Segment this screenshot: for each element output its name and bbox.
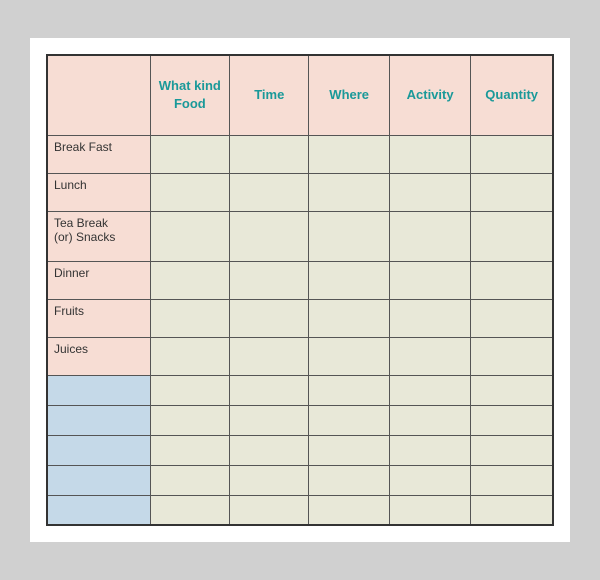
- data-cell[interactable]: [471, 405, 553, 435]
- data-cell[interactable]: [309, 299, 390, 337]
- data-cell[interactable]: [230, 435, 309, 465]
- table-row: Dinner: [47, 261, 553, 299]
- data-cell[interactable]: [150, 375, 230, 405]
- data-cell[interactable]: [150, 173, 230, 211]
- data-cell[interactable]: [150, 299, 230, 337]
- data-cell[interactable]: [389, 435, 470, 465]
- data-cell[interactable]: [389, 405, 470, 435]
- data-cell[interactable]: [389, 261, 470, 299]
- data-cell[interactable]: [471, 375, 553, 405]
- row-label-extra: [47, 405, 150, 435]
- row-label-lunch: Lunch: [47, 173, 150, 211]
- row-label-extra: [47, 375, 150, 405]
- data-cell[interactable]: [309, 495, 390, 525]
- data-cell[interactable]: [309, 465, 390, 495]
- header-where: Where: [309, 55, 390, 135]
- data-cell[interactable]: [471, 261, 553, 299]
- data-cell[interactable]: [230, 135, 309, 173]
- data-cell[interactable]: [309, 405, 390, 435]
- header-empty: [47, 55, 150, 135]
- data-cell[interactable]: [150, 337, 230, 375]
- data-cell[interactable]: [309, 435, 390, 465]
- data-cell[interactable]: [471, 135, 553, 173]
- data-cell[interactable]: [389, 135, 470, 173]
- data-cell[interactable]: [471, 299, 553, 337]
- data-cell[interactable]: [150, 211, 230, 261]
- data-cell[interactable]: [309, 173, 390, 211]
- data-cell[interactable]: [309, 261, 390, 299]
- table-row: Tea Break(or) Snacks: [47, 211, 553, 261]
- data-cell[interactable]: [150, 435, 230, 465]
- data-cell[interactable]: [471, 173, 553, 211]
- data-cell[interactable]: [471, 337, 553, 375]
- data-cell[interactable]: [150, 465, 230, 495]
- header-activity: Activity: [389, 55, 470, 135]
- header-row: What kindFood Time Where Activity Quanti…: [47, 55, 553, 135]
- row-label-dinner: Dinner: [47, 261, 150, 299]
- row-label-extra: [47, 465, 150, 495]
- data-cell[interactable]: [309, 135, 390, 173]
- data-cell[interactable]: [150, 261, 230, 299]
- data-cell[interactable]: [471, 465, 553, 495]
- data-cell[interactable]: [150, 135, 230, 173]
- header-time: Time: [230, 55, 309, 135]
- data-cell[interactable]: [230, 211, 309, 261]
- header-quantity: Quantity: [471, 55, 553, 135]
- row-label-extra: [47, 435, 150, 465]
- data-cell[interactable]: [309, 211, 390, 261]
- data-cell[interactable]: [230, 173, 309, 211]
- data-cell[interactable]: [471, 435, 553, 465]
- data-cell[interactable]: [230, 299, 309, 337]
- data-cell[interactable]: [150, 495, 230, 525]
- table-row: Break Fast: [47, 135, 553, 173]
- row-label-tea-break: Tea Break(or) Snacks: [47, 211, 150, 261]
- data-cell[interactable]: [389, 337, 470, 375]
- header-what-kind-food: What kindFood: [150, 55, 230, 135]
- table-row-extra: [47, 465, 553, 495]
- data-cell[interactable]: [389, 211, 470, 261]
- data-cell[interactable]: [389, 299, 470, 337]
- data-cell[interactable]: [471, 495, 553, 525]
- table-row: Lunch: [47, 173, 553, 211]
- row-label-juices: Juices: [47, 337, 150, 375]
- data-cell[interactable]: [389, 495, 470, 525]
- data-cell[interactable]: [230, 375, 309, 405]
- data-cell[interactable]: [230, 405, 309, 435]
- data-cell[interactable]: [309, 375, 390, 405]
- data-cell[interactable]: [230, 495, 309, 525]
- data-cell[interactable]: [389, 465, 470, 495]
- row-label-breakfast: Break Fast: [47, 135, 150, 173]
- table-row-extra: [47, 435, 553, 465]
- row-label-fruits: Fruits: [47, 299, 150, 337]
- data-cell[interactable]: [389, 375, 470, 405]
- food-diary-table: What kindFood Time Where Activity Quanti…: [30, 38, 570, 542]
- data-cell[interactable]: [471, 211, 553, 261]
- table-row: Fruits: [47, 299, 553, 337]
- data-cell[interactable]: [389, 173, 470, 211]
- data-cell[interactable]: [309, 337, 390, 375]
- table-row: Juices: [47, 337, 553, 375]
- table-row-extra: [47, 405, 553, 435]
- data-cell[interactable]: [230, 337, 309, 375]
- data-cell[interactable]: [230, 465, 309, 495]
- row-label-extra: [47, 495, 150, 525]
- table-row-extra: [47, 375, 553, 405]
- table-row-extra: [47, 495, 553, 525]
- data-cell[interactable]: [150, 405, 230, 435]
- data-cell[interactable]: [230, 261, 309, 299]
